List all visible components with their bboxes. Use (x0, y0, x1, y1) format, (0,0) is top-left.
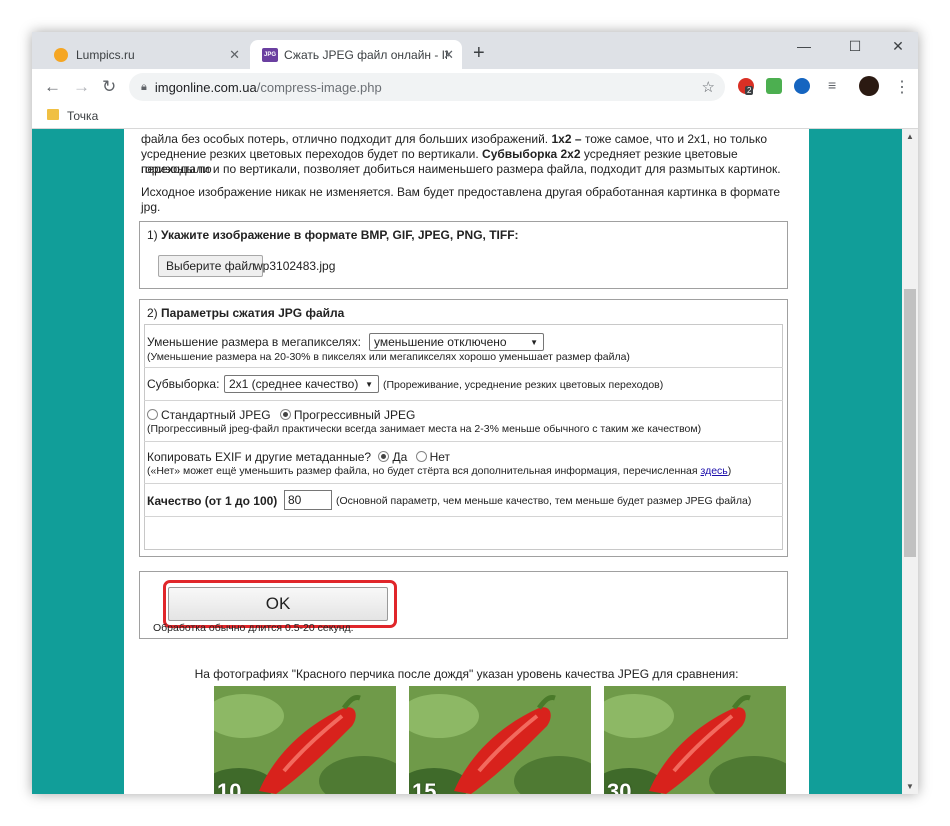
page-viewport: файла без особых потерь, отлично подходи… (32, 129, 902, 794)
standard-jpeg-radio[interactable] (147, 409, 158, 420)
step2-box: 2) Параметры сжатия JPG файла Уменьшение… (139, 299, 788, 557)
subsampling-select[interactable]: 2x1 (среднее качество) ▼ (224, 375, 379, 393)
exif-hint: («Нет» может ещё уменьшить размер файла,… (147, 465, 732, 477)
divider (144, 516, 783, 517)
pepper-photo-q10: 10 (214, 686, 396, 794)
back-arrow-icon[interactable]: ← (44, 77, 61, 97)
exif-details-link[interactable]: здесь (701, 465, 728, 477)
scrollbar-thumb[interactable] (904, 289, 916, 557)
progressive-jpeg-label: Прогрессивный JPEG (293, 408, 416, 422)
tab-lumpics[interactable]: Lumpics.ru ✕ (38, 40, 248, 69)
divider (144, 400, 783, 401)
pepper-image (409, 686, 591, 794)
chevron-down-icon: ▼ (365, 379, 373, 389)
extension-badge: 2 (745, 86, 754, 95)
page-content: файла без особых потерь, отлично подходи… (124, 129, 809, 794)
intro-line-3: горизонтали и по вертикали, позволяет до… (141, 162, 781, 176)
tab-strip: Lumpics.ru ✕ JPG Сжать JPEG файл онлайн … (32, 32, 918, 69)
progressive-jpeg-radio[interactable] (279, 409, 291, 420)
vpn-extension-icon[interactable] (794, 78, 810, 94)
exif-row: Копировать EXIF и другие метаданные? Да … (147, 450, 450, 464)
pepper-photo-q15: 15 (409, 686, 591, 794)
media-control-icon[interactable]: ≡ (828, 77, 836, 93)
quality-label: Качество (от 1 до 100) (147, 494, 278, 508)
resize-hint: (Уменьшение размера на 20-30% в пикселях… (147, 351, 630, 363)
divider (144, 483, 783, 484)
subsampling-label: Субвыборка: (147, 377, 220, 391)
divider (144, 367, 783, 368)
intro-line-1: файла без особых потерь, отлично подходи… (141, 132, 768, 146)
close-window-button[interactable]: ✕ (883, 38, 913, 55)
jpg-favicon-icon: JPG (262, 47, 278, 62)
vertical-scrollbar[interactable]: ▲ ▼ (902, 129, 918, 794)
scroll-down-icon[interactable]: ▼ (906, 782, 914, 791)
quality-hint: (Основной параметр, чем меньше качество,… (336, 495, 752, 507)
browser-window: Lumpics.ru ✕ JPG Сжать JPEG файл онлайн … (32, 32, 918, 794)
choose-file-button[interactable]: Выберите файл (158, 255, 264, 277)
pepper-image (604, 686, 786, 794)
subsampling-hint: (Прореживание, усреднение резких цветовы… (383, 379, 664, 391)
tab-title: Lumpics.ru (76, 47, 135, 62)
minimize-button[interactable]: — (789, 38, 819, 54)
exif-no-label: Нет (429, 450, 451, 464)
bookmarks-bar: Точка (32, 105, 918, 129)
quality-input[interactable]: 80 (284, 490, 332, 510)
forward-arrow-icon[interactable]: → (73, 77, 90, 97)
processing-note: Обработка обычно длится 0.5-20 секунд. (153, 622, 354, 634)
url-path: /compress-image.php (256, 79, 382, 95)
menu-icon[interactable]: ⋮ (894, 77, 910, 97)
profile-avatar[interactable] (859, 76, 879, 96)
close-tab-icon[interactable]: ✕ (229, 47, 240, 63)
pepper-image (214, 686, 396, 794)
tab-title: Сжать JPEG файл онлайн - IMG (284, 47, 449, 62)
music-extension-icon[interactable] (766, 78, 782, 94)
tab-compress-jpeg[interactable]: JPG Сжать JPEG файл онлайн - IMG ✕ (250, 40, 462, 69)
address-bar[interactable]: 🔒︎ imgonline.com.ua /compress-image.php … (129, 73, 725, 101)
lock-icon: 🔒︎ (141, 80, 147, 93)
subsampling-select-value: 2x1 (среднее качество) (229, 377, 359, 391)
exif-label: Копировать EXIF и другие метаданные? (147, 450, 372, 464)
quality-label-30: 30 (607, 779, 632, 794)
resize-label: Уменьшение размера в мегапикселях: (147, 335, 361, 349)
url-host: imgonline.com.ua (154, 79, 257, 95)
maximize-button[interactable]: ☐ (840, 38, 870, 55)
quality-label-15: 15 (412, 779, 437, 794)
scroll-up-icon[interactable]: ▲ (906, 132, 914, 141)
exif-yes-label: Да (392, 450, 408, 464)
step1-box: 1) Укажите изображение в формате BMP, GI… (139, 221, 788, 289)
exif-no-radio[interactable] (415, 451, 427, 462)
intro-line-4: Исходное изображение никак не изменяется… (141, 185, 780, 214)
reload-icon[interactable]: ↻ (102, 77, 116, 97)
comparison-gallery: 10 15 30 (214, 686, 814, 794)
exif-yes-radio[interactable] (378, 451, 390, 462)
new-tab-button[interactable]: + (473, 42, 485, 65)
quality-label-10: 10 (217, 779, 242, 794)
progressive-hint: (Прогрессивный jpeg-файл практически все… (147, 423, 702, 435)
ok-button-highlight (163, 580, 397, 628)
step1-title: 1) Укажите изображение в формате BMP, GI… (147, 228, 519, 242)
standard-jpeg-label: Стандартный JPEG (161, 408, 271, 422)
step2-title: 2) Параметры сжатия JPG файла (147, 306, 345, 320)
resize-select-value: уменьшение отключено (374, 335, 507, 349)
browser-toolbar: ← → ↻ 🔒︎ imgonline.com.ua /compress-imag… (32, 69, 918, 105)
resize-select[interactable]: уменьшение отключено ▼ (369, 333, 544, 351)
close-tab-icon[interactable]: ✕ (443, 47, 454, 63)
bookmark-tochka[interactable]: Точка (67, 109, 98, 123)
chevron-down-icon: ▼ (530, 337, 538, 347)
file-name: wp3102483.jpg (254, 259, 336, 273)
lumpics-favicon-icon (54, 47, 68, 62)
comparison-caption: На фотографиях "Красного перчика после д… (194, 667, 739, 681)
step3-box: OK Обработка обычно длится 0.5-20 секунд… (139, 571, 788, 639)
jpeg-type-row: Стандартный JPEG Прогрессивный JPEG (147, 408, 415, 422)
pepper-photo-q30: 30 (604, 686, 786, 794)
folder-icon (47, 109, 59, 120)
bookmark-star-icon[interactable]: ☆ (702, 78, 715, 96)
divider (144, 441, 783, 442)
